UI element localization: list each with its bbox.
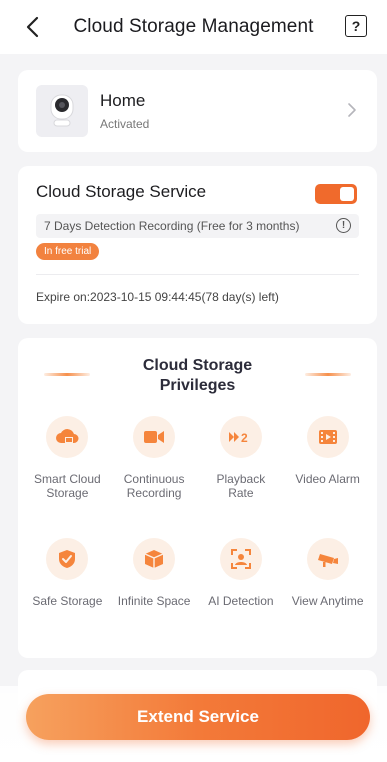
camera-device-icon	[50, 94, 74, 127]
top-bar: Cloud Storage Management ?	[0, 0, 387, 54]
privilege-video-alarm[interactable]: Video Alarm	[284, 416, 371, 514]
info-icon[interactable]: !	[336, 218, 351, 233]
toggle-knob	[340, 187, 354, 201]
device-card[interactable]: Home Activated	[18, 70, 377, 152]
back-arrow-icon	[26, 16, 39, 38]
privilege-label: Safe Storage	[32, 594, 103, 608]
plan-description: 7 Days Detection Recording (Free for 3 m…	[44, 219, 300, 233]
help-icon: ?	[351, 18, 361, 34]
page-title: Cloud Storage Management	[73, 16, 314, 37]
extend-service-button[interactable]: Extend Service	[26, 694, 370, 740]
privilege-continuous-recording[interactable]: Continuous Recording	[111, 416, 198, 514]
footer: Extend Service	[0, 686, 387, 762]
privilege-label: Video Alarm	[295, 472, 360, 486]
privilege-smart-cloud-storage[interactable]: Smart Cloud Storage	[24, 416, 111, 514]
privilege-label: Continuous Recording	[123, 472, 185, 500]
box-icon	[133, 538, 176, 580]
service-title: Cloud Storage Service	[36, 182, 207, 201]
privilege-playback-rate[interactable]: 2 Playback Rate	[198, 416, 285, 514]
device-status: Activated	[100, 117, 150, 131]
privileges-grid: Smart Cloud Storage Continuous Recording	[18, 416, 377, 636]
privilege-label: View Anytime	[291, 594, 364, 608]
cloud-storage-icon	[46, 416, 89, 458]
service-toggle[interactable]	[315, 184, 357, 204]
expire-text: Expire on:2023-10-15 09:44:45(78 day(s) …	[36, 290, 279, 304]
plan-row: 7 Days Detection Recording (Free for 3 m…	[36, 214, 359, 238]
cloud-service-card: Cloud Storage Service 7 Days Detection R…	[18, 166, 377, 324]
page: Cloud Storage Management ? Home Activate…	[0, 0, 387, 762]
privilege-label: Infinite Space	[117, 594, 191, 608]
chevron-right-icon	[348, 103, 356, 117]
device-info: Home Activated	[100, 91, 149, 131]
help-button[interactable]: ?	[345, 15, 367, 37]
device-thumbnail	[36, 85, 88, 137]
svg-text:2: 2	[241, 431, 248, 445]
privilege-view-anytime[interactable]: View Anytime	[284, 538, 371, 636]
privilege-infinite-space[interactable]: Infinite Space	[111, 538, 198, 636]
privilege-label: Playback Rate	[216, 472, 266, 500]
playback-rate-icon: 2	[219, 416, 262, 458]
privileges-card: Cloud Storage Privileges Smart Cloud Sto…	[18, 338, 377, 658]
decorative-line-right	[305, 373, 351, 376]
video-alarm-icon	[306, 416, 349, 458]
divider	[36, 274, 359, 275]
privilege-ai-detection[interactable]: AI Detection	[198, 538, 285, 636]
device-name: Home	[100, 91, 146, 110]
cctv-camera-icon	[306, 538, 349, 580]
privilege-label: Smart Cloud Storage	[34, 472, 101, 500]
trial-badge: In free trial	[36, 243, 100, 260]
privilege-safe-storage[interactable]: Safe Storage	[24, 538, 111, 636]
video-camera-icon	[133, 416, 176, 458]
privilege-label: AI Detection	[208, 594, 274, 608]
shield-icon	[46, 538, 89, 580]
decorative-line-left	[44, 373, 90, 376]
ai-detection-icon	[219, 538, 262, 580]
back-button[interactable]	[18, 13, 46, 41]
privileges-title: Cloud Storage Privileges	[142, 357, 253, 394]
